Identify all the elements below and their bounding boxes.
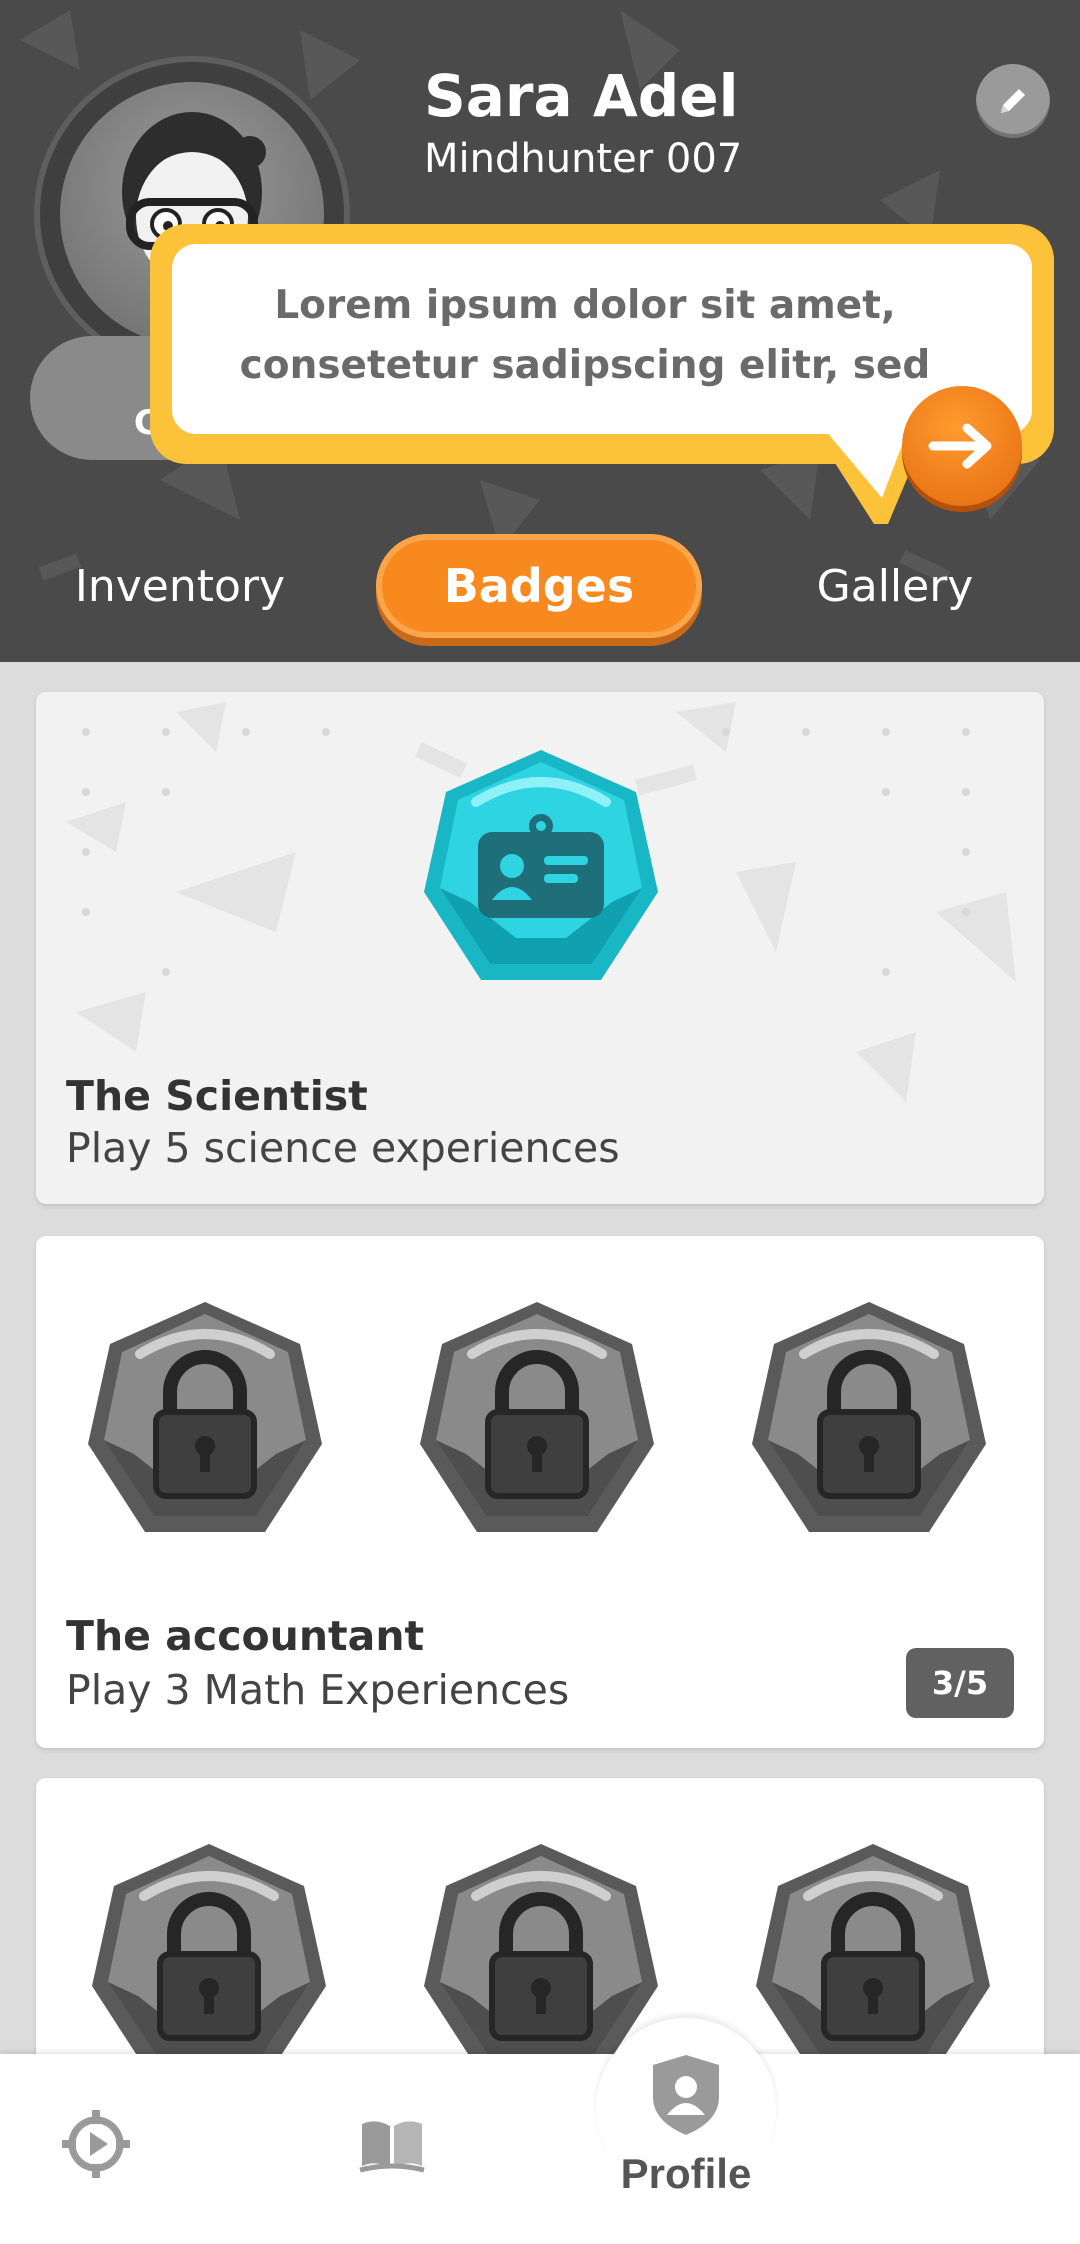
library-icon	[359, 2121, 425, 2173]
locked-badge-gem	[92, 1844, 326, 2074]
explore-icon	[62, 2110, 130, 2178]
pencil-icon	[1001, 89, 1025, 113]
badge-card-scientist[interactable]: The Scientist Play 5 science experiences	[36, 692, 1044, 1204]
nav-library[interactable]	[352, 2104, 432, 2184]
badge-description: Play 3 Math Experiences	[66, 1666, 570, 1714]
tab-badges[interactable]: Badges	[376, 534, 702, 638]
locked-badge-gem	[420, 1302, 654, 1532]
edit-profile-button[interactable]	[976, 64, 1050, 138]
badge-title: The accountant	[66, 1612, 425, 1660]
profile-tabs: Inventory Badges Gallery	[0, 534, 1080, 644]
badge-progress: 3/5	[906, 1648, 1014, 1718]
nav-explore[interactable]	[56, 2104, 136, 2184]
user-name: Sara Adel	[424, 62, 739, 130]
tab-inventory[interactable]: Inventory	[60, 534, 300, 638]
badge-card-accountant[interactable]: The accountant Play 3 Math Experiences 3…	[36, 1236, 1044, 1748]
nav-profile-label[interactable]: Profile	[596, 2150, 776, 2198]
bottom-navigation	[0, 2054, 1080, 2244]
tooltip-next-button[interactable]	[902, 386, 1022, 506]
tooltip-text: Lorem ipsum dolor sit amet, consetetur s…	[239, 283, 931, 388]
locked-badge-gem	[752, 1302, 986, 1532]
tab-gallery[interactable]: Gallery	[790, 534, 1000, 638]
arrow-right-icon	[928, 423, 992, 469]
locked-badge-gem	[756, 1844, 990, 2074]
badge-description: Play 5 science experiences	[66, 1124, 620, 1172]
locked-badge-gem	[88, 1302, 322, 1532]
badge-title: The Scientist	[66, 1072, 368, 1120]
nav-profile[interactable]	[646, 2050, 726, 2140]
profile-shield-icon	[653, 2055, 719, 2135]
onboarding-tooltip: Lorem ipsum dolor sit amet, consetetur s…	[150, 224, 1054, 524]
user-handle: Mindhunter 007	[424, 136, 743, 182]
scientist-badge-gem	[424, 750, 658, 980]
